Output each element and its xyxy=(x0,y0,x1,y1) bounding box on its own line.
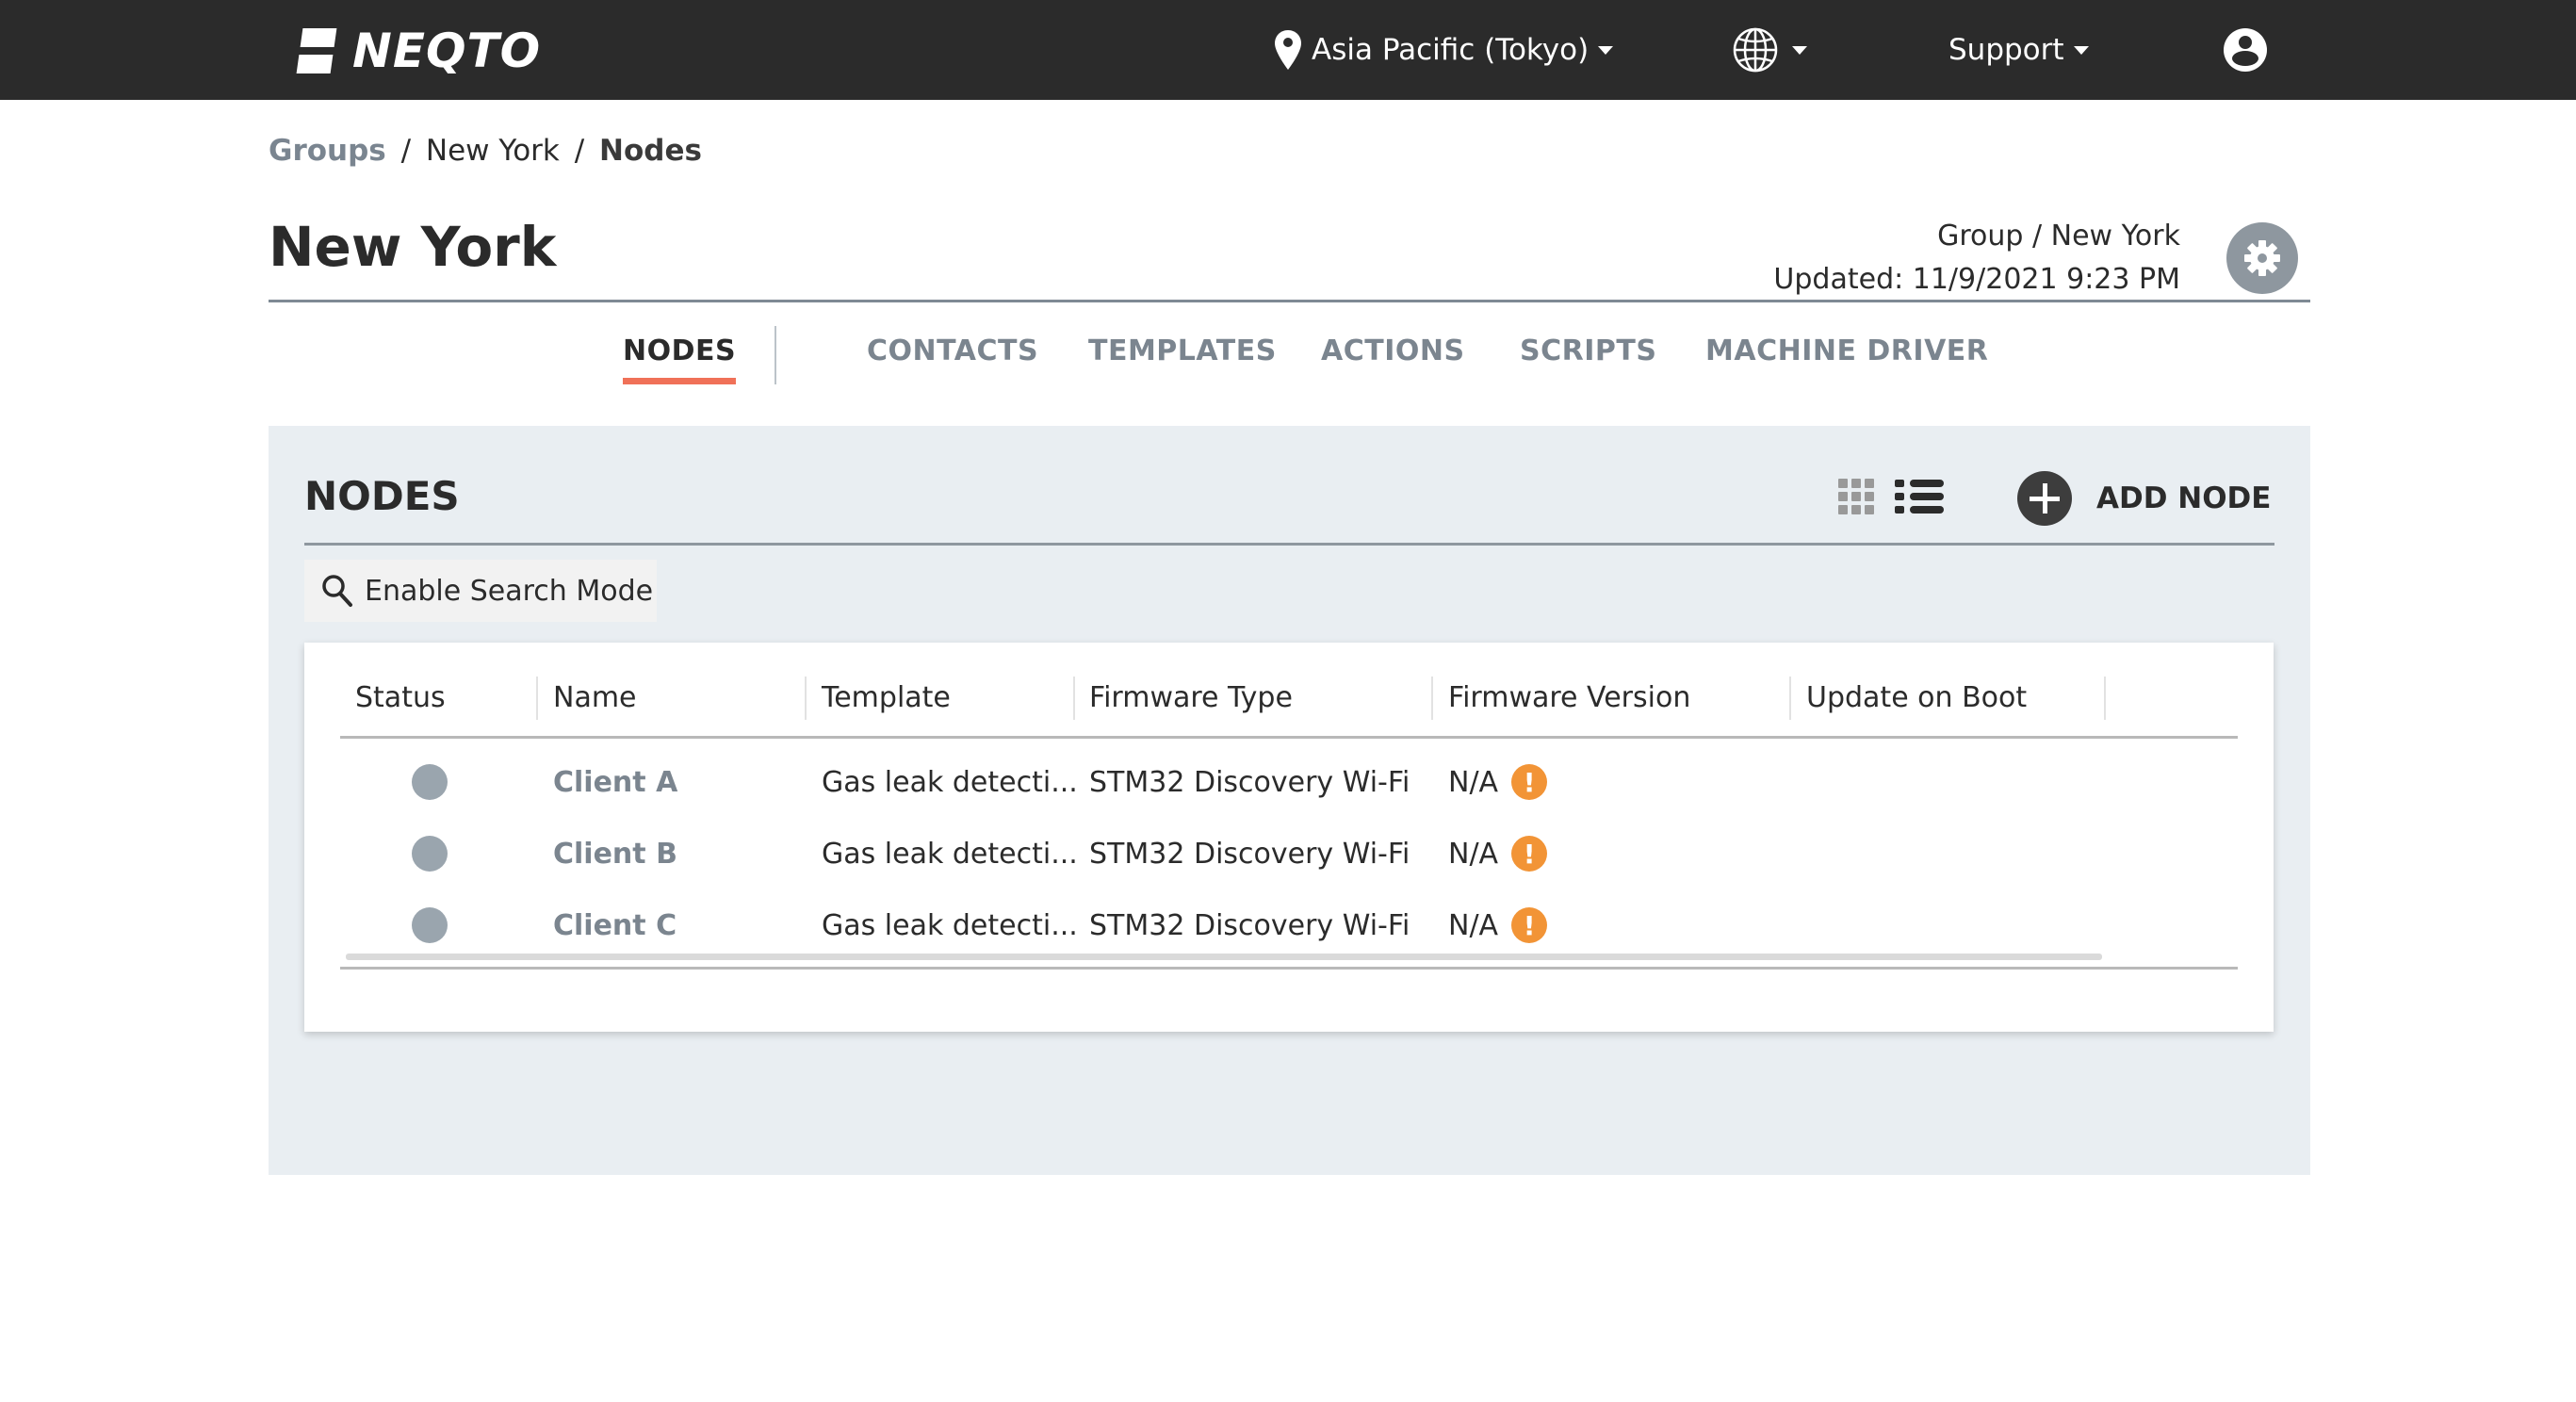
table-footer-divider xyxy=(340,967,2238,970)
globe-icon xyxy=(1733,27,1778,73)
logo-mark-icon xyxy=(296,26,339,75)
language-selector[interactable] xyxy=(1732,0,1807,100)
breadcrumb-groups[interactable]: Groups xyxy=(269,134,386,168)
chevron-down-icon xyxy=(1598,45,1614,55)
logo-text: NEQTO xyxy=(352,24,542,78)
column-header-template[interactable]: Template xyxy=(822,677,951,720)
status-indicator xyxy=(412,907,448,943)
firmware-version-cell: N/A ! xyxy=(1448,818,1548,889)
status-indicator xyxy=(412,764,448,800)
column-header-update-on-boot[interactable]: Update on Boot xyxy=(1806,677,2027,720)
tab-bar: NODES CONTACTS TEMPLATES ACTIONS SCRIPTS… xyxy=(0,326,2576,384)
region-label: Asia Pacific (Tokyo) xyxy=(1312,33,1590,67)
column-separator xyxy=(1789,677,1791,720)
warning-icon[interactable]: ! xyxy=(1511,764,1548,800)
status-indicator xyxy=(412,836,448,872)
enable-search-mode-button[interactable]: Enable Search Mode xyxy=(304,560,657,622)
list-view-icon[interactable] xyxy=(1895,480,1944,514)
map-pin-icon xyxy=(1275,30,1301,70)
user-account-icon xyxy=(2224,28,2267,72)
group-settings-button[interactable] xyxy=(2226,222,2298,294)
grid-view-icon[interactable] xyxy=(1838,479,1874,514)
horizontal-scrollbar[interactable] xyxy=(346,954,2102,960)
chevron-down-icon xyxy=(1792,45,1807,55)
add-node-label: ADD NODE xyxy=(2096,481,2272,515)
column-header-firmware-version[interactable]: Firmware Version xyxy=(1448,677,1690,720)
column-separator xyxy=(536,677,538,720)
tab-scripts[interactable]: SCRIPTS xyxy=(1520,326,1656,377)
view-toggle-group xyxy=(1838,479,1944,514)
group-path: Group / New York xyxy=(1937,220,2180,253)
group-meta: Group / New York Updated: 11/9/2021 9:23… xyxy=(1773,215,2180,302)
table-row[interactable]: Client A Gas leak detecti... STM32 Disco… xyxy=(340,746,2238,818)
panel-title: NODES xyxy=(304,473,460,519)
add-node-button[interactable]: ADD NODE xyxy=(2017,471,2271,526)
column-header-status[interactable]: Status xyxy=(355,677,446,720)
firmware-version-value: N/A xyxy=(1448,837,1499,871)
tab-contacts[interactable]: CONTACTS xyxy=(867,326,1038,377)
breadcrumb-group: New York xyxy=(425,134,560,168)
column-separator xyxy=(2104,677,2106,720)
gear-icon xyxy=(2244,240,2280,276)
warning-icon[interactable]: ! xyxy=(1511,836,1548,872)
template-cell: Gas leak detecti... xyxy=(822,837,1078,871)
tab-actions[interactable]: ACTIONS xyxy=(1321,326,1465,377)
column-header-firmware-type[interactable]: Firmware Type xyxy=(1089,677,1293,720)
nodes-panel: NODES ADD NODE Enable Search Mode Status… xyxy=(269,426,2310,1175)
table-row[interactable]: Client B Gas leak detecti... STM32 Disco… xyxy=(340,818,2238,889)
breadcrumb-separator: / xyxy=(400,134,412,168)
top-navbar: NEQTO Asia Pacific (Tokyo) Support xyxy=(0,0,2576,100)
nodes-table: Status Name Template Firmware Type Firmw… xyxy=(304,643,2274,1032)
support-label: Support xyxy=(1948,33,2064,67)
firmware-type-cell: STM32 Discovery Wi-Fi xyxy=(1089,908,1410,942)
table-row[interactable]: Client C Gas leak detecti... STM32 Disco… xyxy=(340,889,2238,961)
tab-nodes[interactable]: NODES xyxy=(623,326,737,384)
column-separator xyxy=(805,677,807,720)
updated-timestamp: Updated: 11/9/2021 9:23 PM xyxy=(1773,263,2180,296)
firmware-type-cell: STM32 Discovery Wi-Fi xyxy=(1089,837,1410,871)
region-selector[interactable]: Asia Pacific (Tokyo) xyxy=(1274,0,1614,100)
chevron-down-icon xyxy=(2073,45,2089,55)
template-cell: Gas leak detecti... xyxy=(822,765,1078,799)
neqto-logo[interactable]: NEQTO xyxy=(296,26,541,75)
template-cell: Gas leak detecti... xyxy=(822,908,1078,942)
firmware-version-cell: N/A ! xyxy=(1448,746,1548,818)
column-separator xyxy=(1431,677,1433,720)
title-divider xyxy=(269,300,2310,302)
firmware-version-value: N/A xyxy=(1448,908,1499,942)
breadcrumb-separator: / xyxy=(574,134,585,168)
support-menu[interactable]: Support xyxy=(1948,0,2089,100)
node-name-link[interactable]: Client B xyxy=(553,838,677,871)
tab-machine-driver[interactable]: MACHINE DRIVER xyxy=(1705,326,1988,377)
table-header: Status Name Template Firmware Type Firmw… xyxy=(340,677,2238,739)
node-name-link[interactable]: Client A xyxy=(553,766,677,799)
tab-separator xyxy=(774,326,776,384)
firmware-version-cell: N/A ! xyxy=(1448,889,1548,961)
firmware-type-cell: STM32 Discovery Wi-Fi xyxy=(1089,765,1410,799)
breadcrumb-current: Nodes xyxy=(599,134,702,168)
breadcrumb: Groups / New York / Nodes xyxy=(269,130,702,171)
tab-templates[interactable]: TEMPLATES xyxy=(1088,326,1277,377)
search-icon xyxy=(322,575,352,607)
column-header-name[interactable]: Name xyxy=(553,677,637,720)
firmware-version-value: N/A xyxy=(1448,765,1499,799)
column-separator xyxy=(1073,677,1075,720)
warning-icon[interactable]: ! xyxy=(1511,907,1548,943)
plus-circle-icon xyxy=(2017,471,2072,526)
page-title: New York xyxy=(269,215,557,279)
user-account-button[interactable] xyxy=(2222,0,2269,100)
search-mode-label: Enable Search Mode xyxy=(365,574,654,608)
node-name-link[interactable]: Client C xyxy=(553,909,677,942)
panel-divider xyxy=(304,543,2274,546)
